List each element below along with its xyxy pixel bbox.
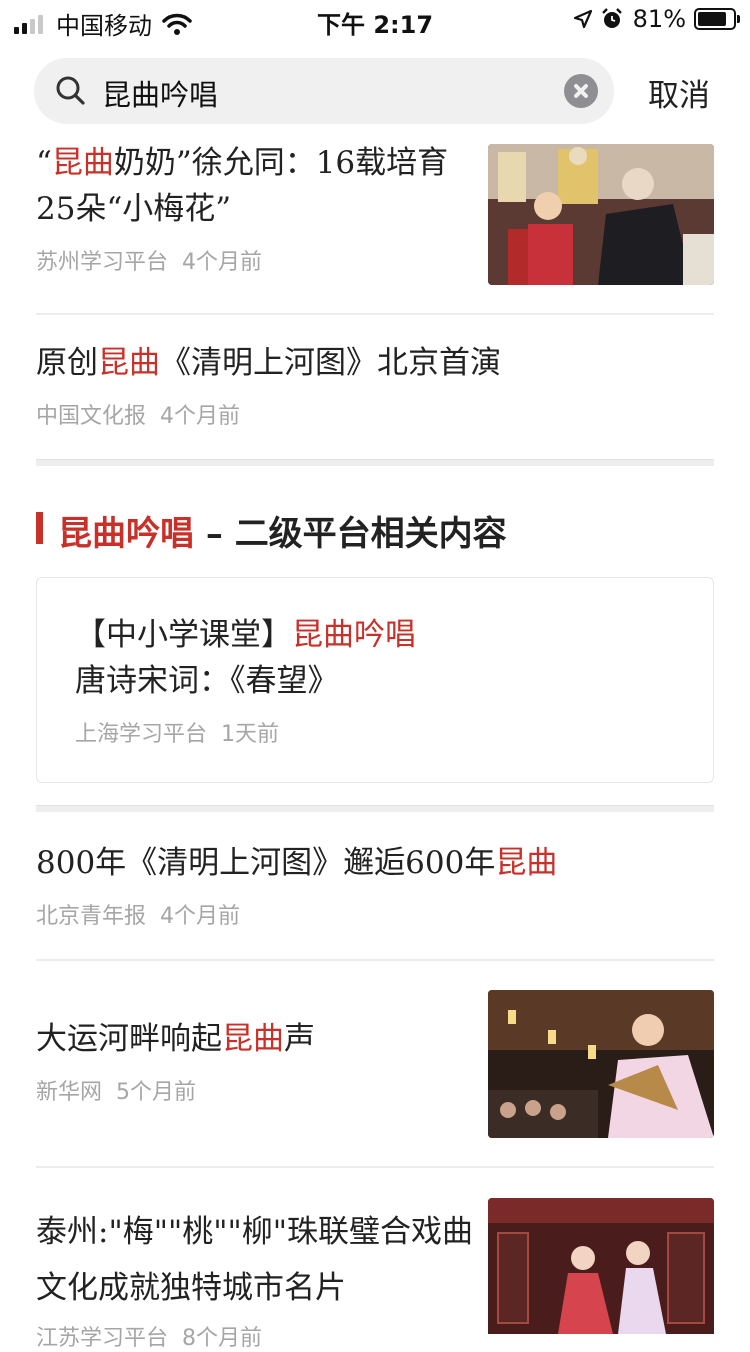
item-meta: 新华网 5个月前 [36,1074,476,1106]
item-title: 大运河畔响起昆曲声 [36,1021,315,1057]
item-source: 北京青年报 [36,904,147,929]
clear-icon[interactable] [564,74,598,108]
item-meta: 苏州学习平台 4个月前 [36,244,476,276]
card-age: 1天前 [221,722,280,747]
card-source: 上海学习平台 [75,722,208,747]
item-age: 4个月前 [160,404,241,429]
item-title: 原创昆曲《清明上河图》北京首演 [36,345,501,381]
location-icon [573,9,592,29]
battery-icon [694,8,740,30]
related-card[interactable]: 【中小学课堂】昆曲吟唱唐诗宋词：《春望》 上海学习平台 1天前 [36,577,714,783]
divider [36,313,714,315]
item-thumbnail[interactable] [488,1198,714,1334]
item-source: 中国文化报 [36,404,147,429]
alarm-icon [601,8,622,28]
status-bar: 中国移动 下午 2:17 81% [0,0,750,40]
item-source: 苏州学习平台 [36,250,169,275]
cancel-button[interactable]: 取消 [648,70,710,115]
item-age: 4个月前 [182,250,263,275]
list-item[interactable]: “昆曲奶奶”徐允同：16载培育25朵“小梅花” 苏州学习平台 4个月前 [36,140,476,276]
card-meta: 上海学习平台 1天前 [75,716,675,748]
item-meta: 北京青年报 4个月前 [36,898,714,930]
list-item[interactable]: 原创昆曲《清明上河图》北京首演 中国文化报 4个月前 [36,340,714,430]
item-source: 江苏学习平台 [36,1326,169,1351]
search-icon [56,76,85,105]
list-item[interactable]: 大运河畔响起昆曲声 新华网 5个月前 [36,1016,476,1106]
battery-percent: 81% [632,5,686,33]
section-accent-bar [36,512,43,544]
item-age: 8个月前 [182,1326,263,1351]
item-age: 4个月前 [160,904,241,929]
item-thumbnail[interactable] [488,144,714,285]
item-title: 泰州:"梅""桃""柳"珠联璧合戏曲文化成就独特城市名片 [36,1214,473,1306]
item-source: 新华网 [36,1080,103,1105]
list-item[interactable]: 800年《清明上河图》邂逅600年昆曲 北京青年报 4个月前 [36,840,714,930]
item-title: 800年《清明上河图》邂逅600年昆曲 [36,845,558,881]
divider [36,959,714,961]
divider [36,1166,714,1168]
item-meta: 中国文化报 4个月前 [36,398,714,430]
card-title: 【中小学课堂】昆曲吟唱唐诗宋词：《春望》 [75,617,416,699]
section-divider [36,805,714,812]
section-divider [36,459,714,466]
item-thumbnail[interactable] [488,990,714,1138]
status-right: 81% [573,5,740,33]
section-title: 昆曲吟唱 – 二级平台相关内容 [58,514,507,554]
list-item[interactable]: 泰州:"梅""桃""柳"珠联璧合戏曲文化成就独特城市名片 江苏学习平台 8个月前 [36,1204,476,1352]
search-input[interactable]: 昆曲吟唱 [102,72,218,114]
item-title: “昆曲奶奶”徐允同：16载培育25朵“小梅花” [36,145,449,227]
item-age: 5个月前 [116,1080,197,1105]
search-bar[interactable]: 昆曲吟唱 [34,58,614,124]
item-meta: 江苏学习平台 8个月前 [36,1320,476,1352]
